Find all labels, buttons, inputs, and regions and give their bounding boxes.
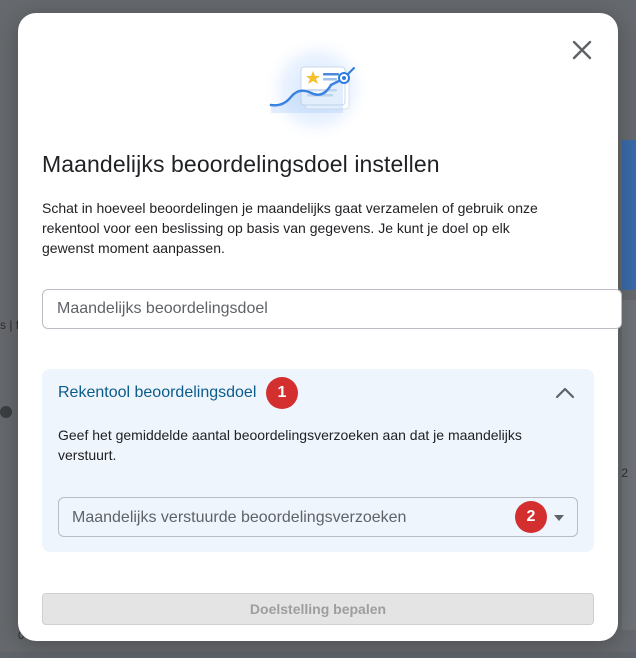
- monthly-requests-select[interactable]: Maandelijks verstuurde beoordelingsverzo…: [58, 497, 578, 537]
- monthly-goal-input[interactable]: [42, 289, 622, 329]
- background-panel: [622, 300, 636, 630]
- calculator-toggle[interactable]: Rekentool beoordelingsdoel: [58, 384, 256, 402]
- chevron-up-icon[interactable]: [554, 385, 576, 401]
- background-number: 2: [621, 466, 628, 480]
- close-icon: [572, 40, 592, 60]
- goal-dialog: Maandelijks beoordelingsdoel instellen S…: [18, 13, 622, 641]
- background-info-icon: [0, 406, 12, 418]
- background-text: s | f: [0, 318, 20, 332]
- chevron-down-icon: [554, 515, 564, 521]
- review-growth-illustration: [261, 33, 373, 145]
- set-goal-button[interactable]: Doelstelling bepalen: [42, 593, 594, 625]
- step-badge: 2: [515, 501, 547, 533]
- background-strip: [0, 652, 636, 658]
- dialog-title: Maandelijks beoordelingsdoel instellen: [42, 151, 440, 177]
- calculator-description: Geef het gemiddelde aantal beoordelingsv…: [58, 427, 522, 463]
- calculator-panel: Rekentool beoordelingsdoel 1 Geef het ge…: [42, 369, 594, 552]
- step-badge: 1: [266, 377, 298, 409]
- dialog-description: Schat in hoeveel beoordelingen je maande…: [42, 200, 538, 256]
- close-button[interactable]: [569, 37, 595, 63]
- background-panel: [622, 140, 636, 290]
- select-placeholder: Maandelijks verstuurde beoordelingsverzo…: [72, 509, 407, 526]
